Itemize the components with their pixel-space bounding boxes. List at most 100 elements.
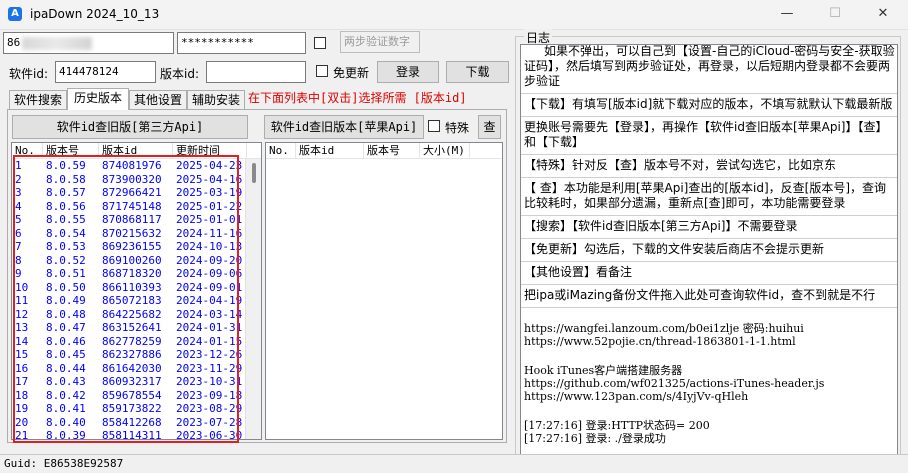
third-party-version-list[interactable]: No. 版本号 版本id 更新时间 1 8.0.59 874081976 2025-0… — [11, 142, 262, 440]
row-version: 8.0.40 — [46, 415, 86, 429]
download-button[interactable]: 下载 — [446, 61, 509, 83]
scroll-thumb[interactable] — [252, 163, 256, 183]
two-step-code-input[interactable]: 两步验证数字 — [340, 31, 420, 53]
query-button[interactable]: 查 — [478, 115, 501, 139]
row-version-id: 871745148 — [102, 199, 162, 213]
row-version: 8.0.49 — [46, 294, 86, 307]
row-version-id: 870868117 — [102, 213, 162, 226]
log-entry: 【下载】有填写[版本id]就下载对应的版本，不填写就默认下载最新版 — [521, 94, 897, 117]
table-row[interactable]: 8 8.0.52 869100260 2024-09-20 — [12, 254, 261, 268]
table-row[interactable]: 9 8.0.51 868718320 2024-09-06 — [12, 267, 261, 281]
column-header-version-id[interactable]: 版本id — [99, 143, 173, 159]
row-no: 16 — [15, 361, 29, 375]
row-version-id: 859173822 — [102, 402, 162, 415]
row-version-id: 858412268 — [102, 415, 162, 429]
table-row[interactable]: 3 8.0.57 872966421 2025-03-19 — [12, 186, 261, 200]
row-update-time: 2023-08-29 — [176, 402, 243, 415]
minimize-button[interactable]: — — [764, 0, 810, 30]
table-row[interactable]: 15 8.0.45 862327886 2023-12-26 — [12, 348, 261, 362]
row-version: 8.0.57 — [46, 186, 86, 199]
row-version: 8.0.43 — [46, 375, 86, 388]
row-version-id: 868718320 — [102, 267, 162, 280]
row-version: 8.0.41 — [46, 402, 86, 415]
list-header: No. 版本号 版本id 更新时间 — [12, 143, 261, 159]
apple-api-query-button[interactable]: 软件id查旧版本[苹果Api] — [264, 115, 424, 139]
account-input[interactable]: 86 — [3, 32, 174, 54]
log-entry: 【免更新】勾选后，下载的文件安装后商店不会提示更新 — [521, 239, 897, 262]
table-row[interactable]: 4 8.0.56 871745148 2025-01-22 — [12, 200, 261, 214]
log-entry: 【 查】本功能是利用[苹果Api]查出的[版本id]，反查[版本号]，查询比较耗… — [521, 178, 897, 216]
column-header-version[interactable]: 版本号 — [364, 143, 420, 159]
apple-version-list[interactable]: No. 版本id 版本号 大小(M) — [265, 142, 503, 440]
row-version-id: 866110393 — [102, 280, 162, 294]
row-no: 8 — [15, 253, 22, 267]
column-header-no[interactable]: No. — [12, 143, 43, 159]
row-update-time: 2024-04-19 — [176, 294, 243, 307]
row-update-time: 2024-03-14 — [176, 307, 243, 321]
row-version: 8.0.52 — [46, 253, 86, 267]
row-update-time: 2025-04-16 — [176, 172, 243, 186]
list-scrollbar[interactable] — [245, 159, 261, 439]
column-header-version-id[interactable]: 版本id — [296, 143, 364, 159]
third-party-api-query-button[interactable]: 软件id查旧版[第三方Api] — [12, 115, 248, 139]
version-id-input[interactable] — [206, 61, 306, 83]
account-value: 86 — [7, 36, 21, 49]
column-header-version[interactable]: 版本号 — [43, 143, 99, 159]
log-gap — [521, 350, 897, 362]
column-header-update-time[interactable]: 更新时间 — [173, 143, 247, 159]
table-row[interactable]: 1 8.0.59 874081976 2025-04-23 — [12, 159, 261, 173]
table-row[interactable]: 20 8.0.40 858412268 2023-07-28 — [12, 416, 261, 430]
close-button[interactable]: ✕ — [860, 0, 906, 30]
password-input[interactable]: *********** — [177, 32, 306, 54]
two-step-placeholder: 两步验证数字 — [344, 35, 410, 48]
row-no: 18 — [15, 388, 29, 402]
row-version-id: 869100260 — [102, 253, 162, 267]
log-entry: 【其他设置】看备注 — [521, 262, 897, 285]
row-no: 6 — [15, 226, 22, 240]
table-row[interactable]: 19 8.0.41 859173822 2023-08-29 — [12, 402, 261, 416]
row-update-time: 2025-03-19 — [176, 186, 243, 199]
table-row[interactable]: 21 8.0.39 858114311 2023-06-30 — [12, 429, 261, 440]
tab-history-versions[interactable]: 历史版本 — [67, 88, 129, 110]
table-row[interactable]: 12 8.0.48 864225682 2024-03-14 — [12, 308, 261, 322]
table-row[interactable]: 14 8.0.46 862778259 2024-01-15 — [12, 335, 261, 349]
table-row[interactable]: 17 8.0.43 860932317 2023-10-31 — [12, 375, 261, 389]
log-textbox[interactable]: 如果不弹出，可以自己到【设置-自己的iCloud-密码与安全-获取验证码】，然后… — [520, 44, 898, 455]
table-row[interactable]: 6 8.0.54 870215632 2024-11-16 — [12, 227, 261, 241]
show-password-checkbox[interactable] — [314, 37, 326, 49]
row-version-id: 860932317 — [102, 375, 162, 388]
row-update-time: 2025-01-22 — [176, 199, 243, 213]
table-row[interactable]: 13 8.0.47 863152641 2024-01-31 — [12, 321, 261, 335]
software-id-value: 414478124 — [59, 65, 119, 78]
column-header-size[interactable]: 大小(M) — [420, 143, 470, 159]
special-checkbox[interactable] — [428, 120, 440, 132]
tab-assisted-install[interactable]: 辅助安装 — [187, 90, 245, 109]
row-version-id: 864225682 — [102, 307, 162, 321]
row-update-time: 2023-09-18 — [176, 388, 243, 402]
table-row[interactable]: 2 8.0.58 873900320 2025-04-16 — [12, 173, 261, 187]
row-version-id: 870215632 — [102, 226, 162, 240]
table-row[interactable]: 16 8.0.44 861642030 2023-11-29 — [12, 362, 261, 376]
log-entry: 【特殊】针对反【查】版本号不对，尝试勾选它，比如京东 — [521, 155, 897, 178]
log-entry: 如果不弹出，可以自己到【设置-自己的iCloud-密码与安全-获取验证码】，然后… — [521, 45, 897, 94]
column-header-no[interactable]: No. — [266, 143, 296, 159]
password-value: *********** — [181, 36, 254, 49]
tab-other-settings[interactable]: 其他设置 — [129, 90, 187, 109]
login-button[interactable]: 登录 — [377, 61, 439, 83]
tab-software-search[interactable]: 软件搜索 — [9, 90, 67, 109]
table-row[interactable]: 5 8.0.55 870868117 2025-01-01 — [12, 213, 261, 227]
row-version-id: 858114311 — [102, 429, 162, 440]
table-row[interactable]: 11 8.0.49 865072183 2024-04-19 — [12, 294, 261, 308]
table-row[interactable]: 7 8.0.53 869236155 2024-10-13 — [12, 240, 261, 254]
table-row[interactable]: 18 8.0.42 859678554 2023-09-18 — [12, 389, 261, 403]
row-no: 5 — [15, 213, 22, 226]
software-id-input[interactable]: 414478124 — [55, 61, 156, 83]
table-row[interactable]: 10 8.0.50 866110393 2024-09-01 — [12, 281, 261, 295]
no-update-checkbox[interactable] — [316, 65, 328, 77]
row-version-id: 863152641 — [102, 321, 162, 334]
row-update-time: 2023-10-31 — [176, 375, 243, 388]
row-version-id: 865072183 — [102, 294, 162, 307]
row-version: 8.0.44 — [46, 361, 86, 375]
maximize-button[interactable]: ☐ — [812, 0, 858, 30]
row-update-time: 2024-01-15 — [176, 334, 243, 348]
